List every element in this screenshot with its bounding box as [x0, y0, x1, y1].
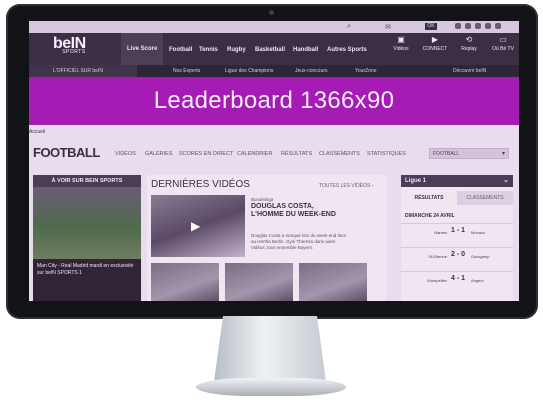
away-team: Angers: [471, 278, 484, 283]
home-team: Montpellier: [427, 278, 447, 283]
video-thumb[interactable]: [151, 263, 219, 301]
youtube-icon[interactable]: [485, 23, 491, 29]
tab-galeries[interactable]: GALERIES: [145, 151, 173, 157]
video-thumb[interactable]: [299, 263, 367, 301]
monitor-bezel: ⌕ ✉ OK beIN SPORTS Live Score Football T…: [6, 4, 538, 319]
promo-card-image: [33, 187, 141, 259]
home-team: St-Etienne: [428, 254, 447, 259]
monitor-base: [196, 378, 346, 396]
twitter-icon[interactable]: [465, 23, 471, 29]
nav-item-basketball[interactable]: Basketball: [255, 47, 285, 53]
nav-item-tennis[interactable]: Tennis: [199, 47, 218, 53]
monitor-screen: ⌕ ✉ OK beIN SPORTS Live Score Football T…: [29, 21, 519, 301]
chevron-down-icon: ▾: [501, 151, 505, 157]
competition-select[interactable]: FOOTBALL ▾: [429, 148, 509, 159]
monitor-stand: [214, 316, 326, 382]
subnav-item-jeux-concours[interactable]: Jeux-concours: [295, 68, 328, 74]
nav-item-football[interactable]: Football: [169, 47, 192, 53]
subnav-item-ligue-champions[interactable]: Ligue des Champions: [225, 68, 273, 74]
subnav-item-experts[interactable]: Nos Experts: [173, 68, 200, 74]
home-team: Nantes: [434, 230, 447, 235]
tab-statistiques[interactable]: STATISTIQUES: [367, 151, 406, 157]
page-title: FOOTBALL: [33, 145, 100, 160]
bein-logo[interactable]: beIN SPORTS: [53, 35, 86, 55]
away-team: Monaco: [471, 230, 486, 235]
webcam: [269, 10, 274, 15]
match-score: 1 - 1: [450, 227, 465, 234]
tab-results[interactable]: RÉSULTATS: [401, 191, 457, 205]
subnav-discover[interactable]: Découvrir beIN: [453, 68, 486, 74]
chevron-down-icon: ⌄: [503, 177, 509, 184]
tab-videos[interactable]: VIDÉOS: [115, 151, 136, 157]
match-score: 4 - 1: [450, 275, 465, 282]
video-headline[interactable]: DOUGLAS COSTA, L'HOMME DU WEEK-END: [251, 203, 347, 219]
video-description: Douglas Costa a marqué lors du week-end …: [251, 233, 347, 250]
promo-card-header: À VOIR SUR BEIN SPORTS: [33, 175, 141, 187]
tab-standings[interactable]: CLASSEMENTS: [457, 191, 513, 205]
match-day: DIMANCHE 24 AVRIL: [405, 213, 455, 219]
all-videos-link[interactable]: TOUTES LES VIDÉOS ›: [319, 183, 373, 189]
facebook-icon[interactable]: [455, 23, 461, 29]
utility-bar: ⌕ ✉ OK: [29, 21, 519, 33]
ok-button[interactable]: OK: [425, 23, 437, 30]
tab-resultats[interactable]: RÉSULTATS: [281, 151, 312, 157]
featured-video[interactable]: ▶: [151, 195, 245, 257]
tab-classements[interactable]: CLASSEMENTS: [319, 151, 360, 157]
tab-calendrier[interactable]: CALENDRIER: [237, 151, 272, 157]
breadcrumb[interactable]: Accueil: [29, 129, 45, 135]
video-thumb[interactable]: [225, 263, 293, 301]
googleplus-icon[interactable]: [475, 23, 481, 29]
tv-tool[interactable]: ▭ Où Bé TV: [483, 35, 519, 63]
away-team: Guingamp: [471, 254, 490, 259]
sub-nav: L'OFFICIEL SUR beIN Nos Experts Ligue de…: [29, 65, 519, 77]
scores-panel: Ligue 1 ⌄ RÉSULTATS CLASSEMENTS DIMANCHE…: [401, 175, 513, 301]
subnav-item-yourzone[interactable]: YourZone: [355, 68, 377, 74]
search-icon[interactable]: ⌕: [347, 23, 351, 31]
match-row[interactable]: Montpellier 4 - 1 Angers: [401, 271, 513, 288]
tab-scores[interactable]: SCORES EN DIRECT: [179, 151, 233, 157]
promo-card-caption: Man City - Real Madrid mardi en exclusiv…: [37, 263, 134, 276]
instagram-icon[interactable]: [495, 23, 501, 29]
promo-card[interactable]: À VOIR SUR BEIN SPORTS Man City - Real M…: [33, 175, 141, 301]
video-category: Bundesliga: [251, 197, 274, 202]
mail-icon[interactable]: ✉: [385, 23, 391, 31]
league-select[interactable]: Ligue 1 ⌄: [401, 175, 513, 187]
nav-item-autres-sports[interactable]: Autres Sports: [327, 47, 367, 53]
subnav-promo[interactable]: L'OFFICIEL SUR beIN: [53, 68, 103, 74]
nav-item-live-score[interactable]: Live Score: [121, 33, 164, 65]
match-row[interactable]: St-Etienne 2 - 0 Guingamp: [401, 247, 513, 264]
match-row[interactable]: Nantes 1 - 1 Monaco: [401, 223, 513, 240]
play-icon: ▶: [191, 219, 201, 233]
nav-item-handball[interactable]: Handball: [293, 47, 318, 53]
leaderboard-ad[interactable]: Leaderboard 1366x90: [29, 77, 519, 125]
latest-videos-title: DERNIÈRES VIDÉOS: [151, 179, 250, 190]
latest-videos: DERNIÈRES VIDÉOS TOUTES LES VIDÉOS › ▶ B…: [147, 175, 387, 301]
tv-icon: ▭: [499, 35, 507, 44]
nav-item-rugby[interactable]: Rugby: [227, 47, 246, 53]
match-score: 2 - 0: [450, 251, 465, 258]
